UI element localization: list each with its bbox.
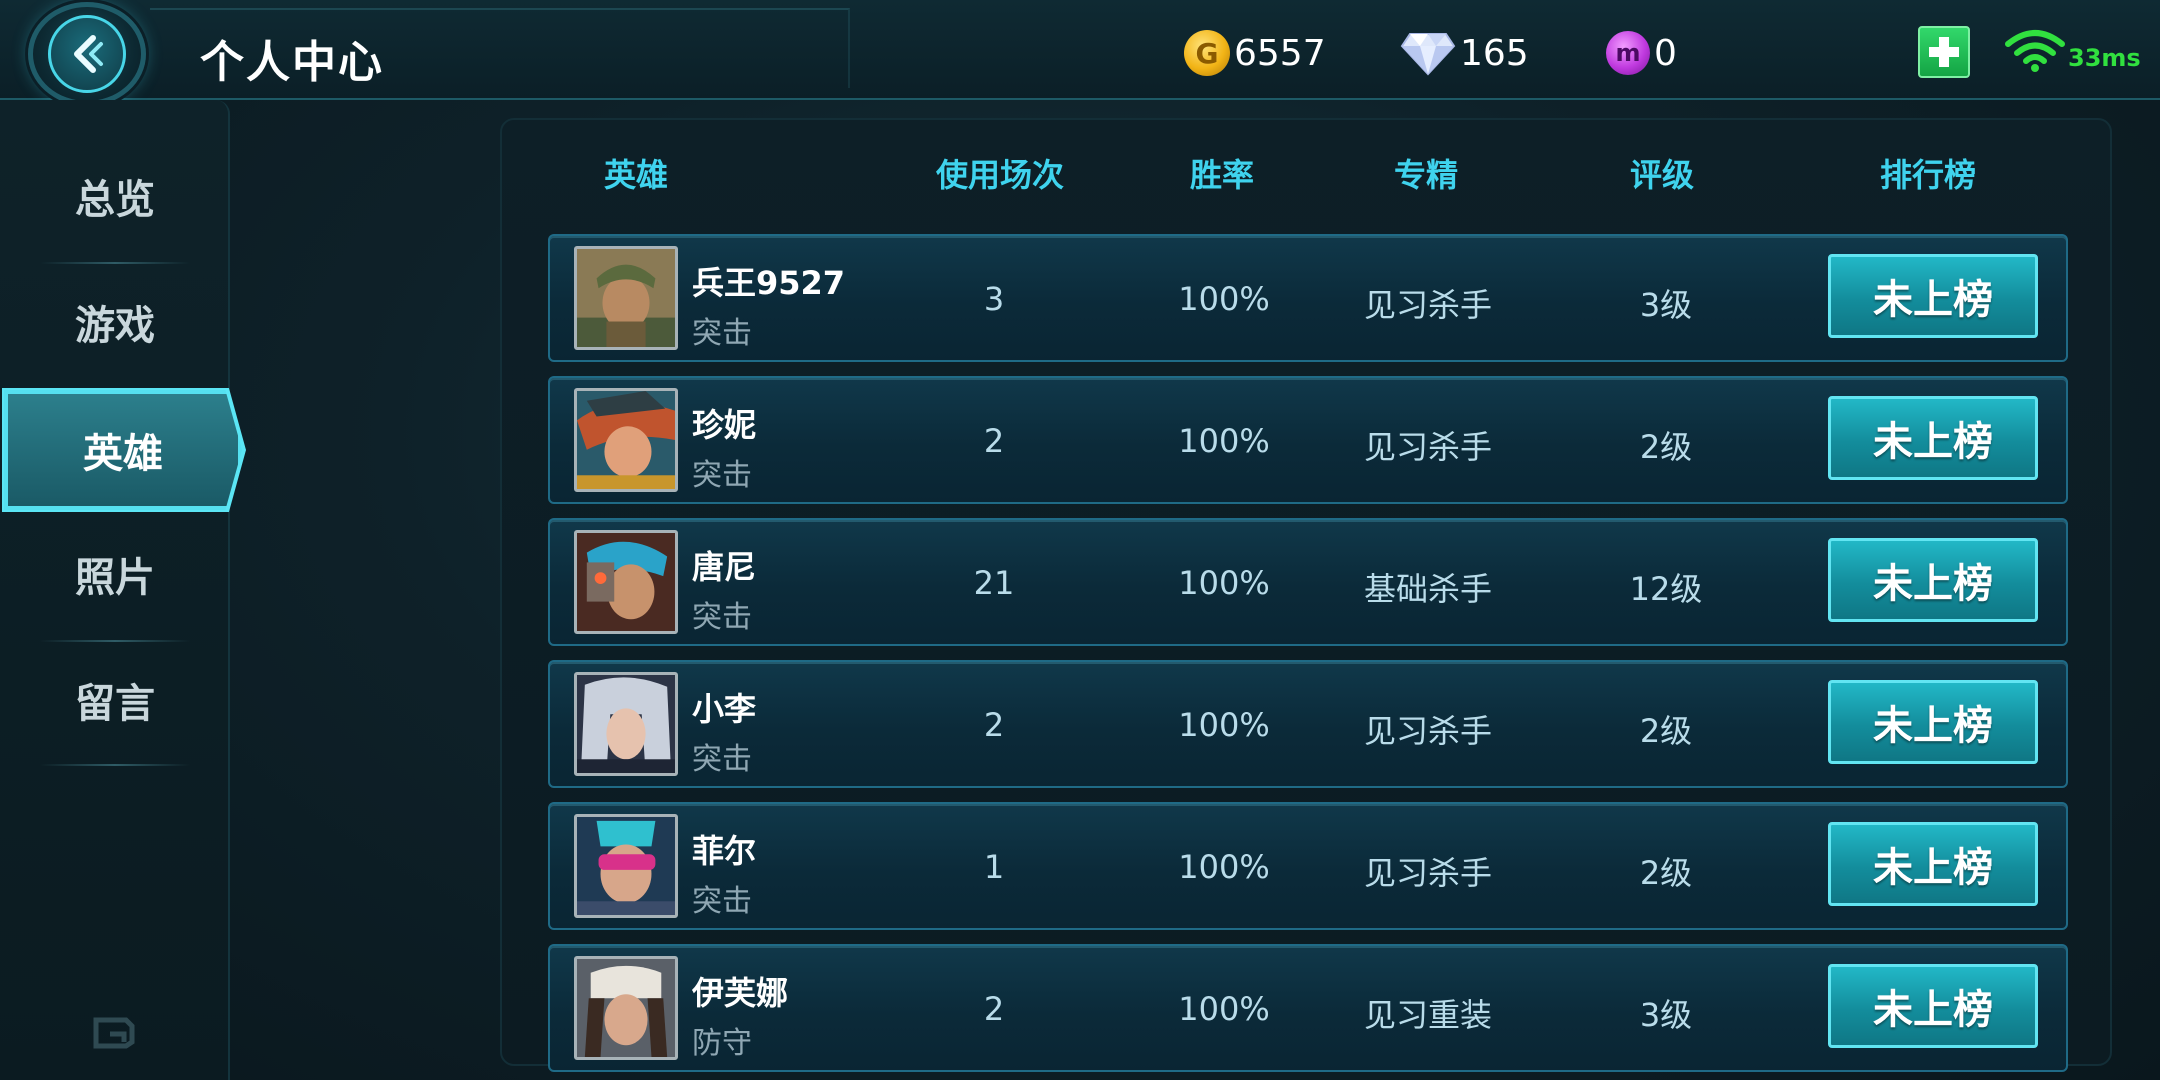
mastery: 见习杀手 <box>1363 286 1493 324</box>
hero-avatar <box>574 388 678 492</box>
hero-name: 珍妮 <box>692 406 757 444</box>
rating: 3级 <box>1639 996 1693 1034</box>
rating: 2级 <box>1639 712 1693 750</box>
column-header-leaderboard: 排行榜 <box>1879 156 1977 194</box>
mastery: 见习杀手 <box>1363 854 1493 892</box>
gold-currency: G 6557 <box>1184 28 1326 78</box>
sidebar-item-label: 总览 <box>75 177 155 223</box>
rating: 12级 <box>1629 570 1703 608</box>
hero-name: 唐尼 <box>692 548 757 586</box>
sidebar-item-label: 照片 <box>75 555 155 601</box>
mastery: 见习杀手 <box>1363 428 1493 466</box>
back-arrow-icon <box>48 15 126 93</box>
leaderboard-button[interactable]: 未上榜 <box>1828 254 2038 338</box>
sidebar-divider <box>40 764 190 766</box>
leaderboard-button[interactable]: 未上榜 <box>1828 538 2038 622</box>
games-count: 2 <box>983 990 1005 1028</box>
sidebar-item-messages[interactable]: 留言 <box>0 638 230 762</box>
hero-name: 小李 <box>692 690 757 728</box>
wifi-icon <box>2005 30 2065 72</box>
leaderboard-button[interactable]: 未上榜 <box>1828 396 2038 480</box>
table-row[interactable]: 菲尔 突击 1 100% 见习杀手 2级 未上榜 <box>548 802 2068 930</box>
sidebar-item-overview[interactable]: 总览 <box>0 134 230 258</box>
sidebar-item-label: 英雄 <box>83 431 163 477</box>
sidebar-item-label: 游戏 <box>75 303 155 349</box>
table-row[interactable]: 兵王9527 突击 3 100% 见习杀手 3级 未上榜 <box>548 234 2068 362</box>
m-coin-currency: m 0 <box>1606 28 1677 78</box>
win-rate: 100% <box>1178 990 1270 1028</box>
hero-avatar <box>574 956 678 1060</box>
column-header-win-rate: 胜率 <box>1189 156 1255 194</box>
games-count: 3 <box>983 280 1005 318</box>
hero-role: 突击 <box>692 884 752 919</box>
column-header-hero: 英雄 <box>603 156 669 194</box>
mastery: 见习杀手 <box>1363 712 1493 750</box>
win-rate: 100% <box>1178 280 1270 318</box>
hero-role: 突击 <box>692 742 752 777</box>
hero-name: 兵王9527 <box>692 264 846 302</box>
gold-coin-icon: G <box>1184 30 1230 76</box>
win-rate: 100% <box>1178 848 1270 886</box>
gold-amount: 6557 <box>1234 32 1326 74</box>
games-count: 1 <box>983 848 1005 886</box>
hero-avatar <box>574 530 678 634</box>
column-header-mastery: 专精 <box>1393 156 1459 194</box>
win-rate: 100% <box>1178 422 1270 460</box>
column-header-rating: 评级 <box>1629 156 1695 194</box>
diamond-icon <box>1400 33 1456 76</box>
hero-avatar <box>574 246 678 350</box>
table-row[interactable]: 伊芙娜 防守 2 100% 见习重装 3级 未上榜 <box>548 944 2068 1072</box>
back-button[interactable] <box>28 2 146 106</box>
mastery: 见习重装 <box>1363 996 1493 1034</box>
swap-icon[interactable] <box>88 1012 138 1052</box>
win-rate: 100% <box>1178 564 1270 602</box>
diamond-amount: 165 <box>1460 32 1529 74</box>
leaderboard-button[interactable]: 未上榜 <box>1828 680 2038 764</box>
hero-role: 突击 <box>692 600 752 635</box>
sidebar-item-heroes[interactable]: 英雄 <box>4 390 242 510</box>
leaderboard-button[interactable]: 未上榜 <box>1828 964 2038 1048</box>
page-title: 个人中心 <box>200 37 384 88</box>
leaderboard-button[interactable]: 未上榜 <box>1828 822 2038 906</box>
table-row[interactable]: 珍妮 突击 2 100% 见习杀手 2级 未上榜 <box>548 376 2068 504</box>
hero-avatar <box>574 672 678 776</box>
hero-role: 突击 <box>692 458 752 493</box>
hero-role: 防守 <box>692 1026 752 1061</box>
rating: 3级 <box>1639 286 1693 324</box>
sidebar-item-games[interactable]: 游戏 <box>0 260 230 384</box>
m-coin-amount: 0 <box>1654 32 1677 74</box>
rating: 2级 <box>1639 854 1693 892</box>
ping-readout: 33ms <box>2068 44 2141 72</box>
sidebar-item-photos[interactable]: 照片 <box>0 512 230 636</box>
hero-name: 伊芙娜 <box>692 974 789 1012</box>
table-row[interactable]: 唐尼 突击 21 100% 基础杀手 12级 未上榜 <box>548 518 2068 646</box>
top-bar: 个人中心 G 6557 165 m 0 33ms <box>0 0 2160 106</box>
column-header-games: 使用场次 <box>935 156 1065 194</box>
games-count: 2 <box>983 422 1005 460</box>
mastery: 基础杀手 <box>1363 570 1493 608</box>
add-button[interactable] <box>1918 26 1970 78</box>
hero-name: 菲尔 <box>692 832 757 870</box>
sidebar-item-label: 留言 <box>75 681 155 727</box>
diamond-currency: 165 <box>1400 28 1529 78</box>
rating: 2级 <box>1639 428 1693 466</box>
games-count: 2 <box>983 706 1005 744</box>
table-row[interactable]: 小李 突击 2 100% 见习杀手 2级 未上榜 <box>548 660 2068 788</box>
m-coin-icon: m <box>1606 31 1650 75</box>
win-rate: 100% <box>1178 706 1270 744</box>
hero-role: 突击 <box>692 316 752 351</box>
games-count: 21 <box>973 564 1015 602</box>
hero-avatar <box>574 814 678 918</box>
plus-icon <box>1929 37 1959 67</box>
